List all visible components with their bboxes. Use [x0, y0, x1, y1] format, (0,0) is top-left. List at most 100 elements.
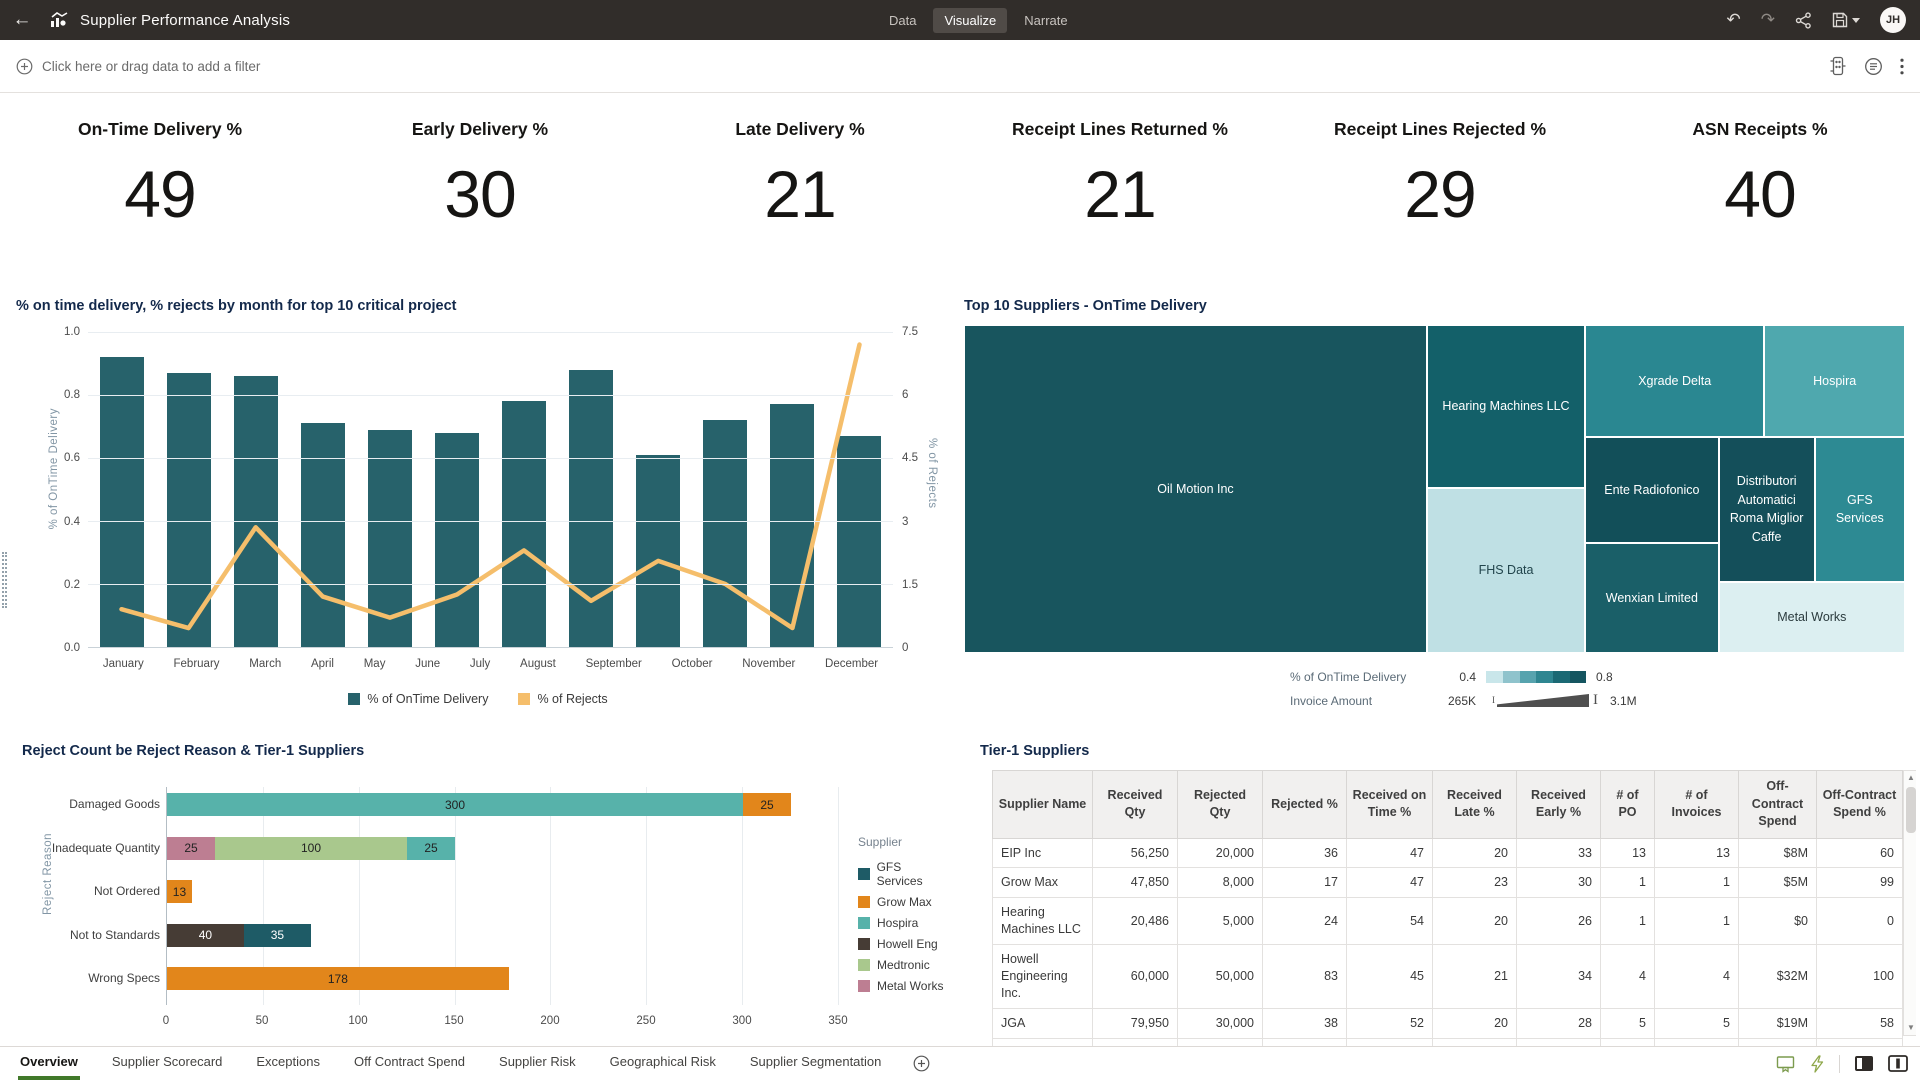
more-options-icon[interactable] [1900, 58, 1904, 75]
scroll-down-icon[interactable]: ▼ [1907, 1021, 1915, 1035]
column-header-rejected-qty[interactable]: Rejected Qty [1178, 771, 1263, 839]
treemap-tile-ente-radiofonico[interactable]: Ente Radiofonico [1585, 437, 1719, 544]
canvas-tab-overview[interactable]: Overview [18, 1047, 80, 1080]
treemap-tile-xgrade-delta[interactable]: Xgrade Delta [1585, 325, 1764, 437]
column-header-of-invoices[interactable]: # of Invoices [1655, 771, 1739, 839]
cell-value: 0 [1817, 898, 1903, 945]
size-wedge-swatch [1497, 694, 1589, 707]
canvas-tab-supplier-segmentation[interactable]: Supplier Segmentation [748, 1047, 884, 1080]
table-wrap: Supplier NameReceived QtyRejected QtyRej… [992, 770, 1916, 1046]
table-row-jks-national[interactable]: JKS National79,95030,0003852202855$19M58 [993, 1038, 1903, 1046]
kpi-tile-receipt-lines-returned[interactable]: Receipt Lines Returned %21 [960, 93, 1280, 293]
filter-bar[interactable]: Click here or drag data to add a filter [0, 40, 1920, 93]
treemap-tile-metal-works[interactable]: Metal Works [1719, 582, 1905, 653]
filter-prompt[interactable]: Click here or drag data to add a filter [42, 59, 260, 74]
present-icon[interactable] [1776, 1055, 1795, 1073]
layout-sidebar-icon[interactable] [1854, 1055, 1874, 1072]
undo-icon[interactable]: ↶ [1727, 10, 1741, 30]
save-caret-icon[interactable] [1852, 18, 1860, 23]
left-tick-label: 0.6 [40, 452, 80, 464]
annotations-icon[interactable] [1864, 57, 1883, 76]
rejects-line[interactable] [122, 345, 860, 629]
combo-chart[interactable]: % on time delivery, % rejects by month f… [8, 298, 948, 730]
canvas-tab-supplier-scorecard[interactable]: Supplier Scorecard [110, 1047, 225, 1080]
bar-segment-hospira[interactable]: 300 [167, 793, 743, 816]
column-header-off-contract-spend[interactable]: Off-Contract Spend [1739, 771, 1817, 839]
treemap-tile-gfs-services[interactable]: GFS Services [1815, 437, 1905, 582]
layout-canvas-icon[interactable] [1888, 1055, 1908, 1072]
bar-segment-grow-max[interactable]: 25 [743, 793, 791, 816]
scroll-thumb[interactable] [1906, 787, 1916, 833]
avatar[interactable]: JH [1880, 7, 1906, 33]
column-header-received-late[interactable]: Received Late % [1433, 771, 1517, 839]
save-button[interactable] [1832, 12, 1860, 28]
legend-item-gfs-services[interactable]: GFS Services [858, 860, 948, 888]
treemap-tile-hearing-machines-llc[interactable]: Hearing Machines LLC [1427, 325, 1585, 488]
column-header-received-qty[interactable]: Received Qty [1093, 771, 1178, 839]
kpi-tile-asn-receipts[interactable]: ASN Receipts %40 [1600, 93, 1920, 293]
kpi-value: 21 [1084, 156, 1155, 232]
share-icon[interactable] [1795, 12, 1812, 29]
column-header-off-contract-spend[interactable]: Off-Contract Spend % [1817, 771, 1903, 839]
bar-segment-howell-eng[interactable]: 40 [167, 924, 244, 947]
treemap-tile-hospira[interactable]: Hospira [1764, 325, 1905, 437]
back-button[interactable]: ← [0, 9, 44, 31]
add-canvas-icon[interactable] [913, 1055, 930, 1077]
right-tick-label: 6 [902, 389, 942, 401]
legend-item-hospira[interactable]: Hospira [858, 916, 948, 930]
bar-segment-medtronic[interactable]: 100 [215, 837, 407, 860]
treemap-tile-distributori-automatici-roma-miglior-caffe[interactable]: Distributori Automatici Roma Miglior Caf… [1719, 437, 1815, 582]
data-table: Supplier NameReceived QtyRejected QtyRej… [992, 770, 1903, 1046]
legend-item-medtronic[interactable]: Medtronic [858, 958, 948, 972]
legend-item-of-ontime-delivery[interactable]: % of OnTime Delivery [348, 692, 488, 706]
header-tab-visualize[interactable]: Visualize [933, 8, 1007, 33]
cell-value: 24 [1263, 898, 1347, 945]
kpi-tile-late-delivery[interactable]: Late Delivery %21 [640, 93, 960, 293]
legend-item-grow-max[interactable]: Grow Max [858, 895, 948, 909]
kpi-tile-early-delivery[interactable]: Early Delivery %30 [320, 93, 640, 293]
table-scrollbar[interactable]: ▲ ▼ [1903, 770, 1916, 1036]
size-legend-max: 3.1M [1600, 694, 1637, 708]
tier1-suppliers-table[interactable]: Tier-1 Suppliers Supplier NameReceived Q… [976, 743, 1916, 1046]
redo-icon[interactable]: ↷ [1761, 10, 1775, 30]
bar-segment-grow-max[interactable]: 178 [167, 967, 509, 990]
table-row-grow-max[interactable]: Grow Max47,8508,0001747233011$5M99 [993, 868, 1903, 898]
kpi-tile-receipt-lines-rejected[interactable]: Receipt Lines Rejected %29 [1280, 93, 1600, 293]
table-row-howell-engineering-inc[interactable]: Howell Engineering Inc.60,00050,00083452… [993, 945, 1903, 1009]
treemap-tile-wenxian-limited[interactable]: Wenxian Limited [1585, 543, 1719, 653]
add-filter-icon[interactable] [16, 58, 33, 75]
header-tab-data[interactable]: Data [878, 8, 927, 33]
bar-segment-hospira[interactable]: 25 [407, 837, 455, 860]
bar-segment-metal-works[interactable]: 25 [167, 837, 215, 860]
column-header-received-on-time[interactable]: Received on Time % [1347, 771, 1433, 839]
legend-item-of-rejects[interactable]: % of Rejects [518, 692, 607, 706]
bar-segment-grow-max[interactable]: 13 [167, 880, 192, 903]
canvas-tab-off-contract-spend[interactable]: Off Contract Spend [352, 1047, 467, 1080]
column-header-of-po[interactable]: # of PO [1601, 771, 1655, 839]
treemap-tile-oil-motion-inc[interactable]: Oil Motion Inc [964, 325, 1427, 653]
auto-insights-icon[interactable] [1809, 1055, 1825, 1073]
treemap-tile-fhs-data[interactable]: FHS Data [1427, 488, 1585, 653]
column-header-supplier-name[interactable]: Supplier Name [993, 771, 1093, 839]
table-row-hearing-machines-llc[interactable]: Hearing Machines LLC20,4865,000245420261… [993, 898, 1903, 945]
column-header-rejected[interactable]: Rejected % [1263, 771, 1347, 839]
panel-grip[interactable] [2, 552, 7, 608]
cell-value: 28 [1517, 1008, 1601, 1038]
column-header-received-early[interactable]: Received Early % [1517, 771, 1601, 839]
table-row-jga[interactable]: JGA79,95030,0003852202855$19M58 [993, 1008, 1903, 1038]
bar-segment-gfs-services[interactable]: 35 [244, 924, 311, 947]
scroll-up-icon[interactable]: ▲ [1907, 771, 1915, 785]
canvas-tab-exceptions[interactable]: Exceptions [254, 1047, 322, 1080]
header-tab-narrate[interactable]: Narrate [1013, 8, 1078, 33]
table-row-eip-inc[interactable]: EIP Inc56,25020,000364720331313$8M60 [993, 838, 1903, 868]
month-label-may: May [364, 658, 386, 670]
left-tick-label: 0.8 [40, 389, 80, 401]
canvas-tab-supplier-risk[interactable]: Supplier Risk [497, 1047, 578, 1080]
legend-item-howell-eng[interactable]: Howell Eng [858, 937, 948, 951]
legend-item-metal-works[interactable]: Metal Works [858, 979, 948, 993]
filter-settings-icon[interactable] [1829, 56, 1847, 76]
treemap-chart[interactable]: Top 10 Suppliers - OnTime Delivery Oil M… [950, 298, 1912, 730]
kpi-tile-on-time-delivery[interactable]: On-Time Delivery %49 [0, 93, 320, 293]
canvas-tab-geographical-risk[interactable]: Geographical Risk [608, 1047, 718, 1080]
stacked-bar-chart[interactable]: Reject Count be Reject Reason & Tier-1 S… [8, 743, 948, 1043]
